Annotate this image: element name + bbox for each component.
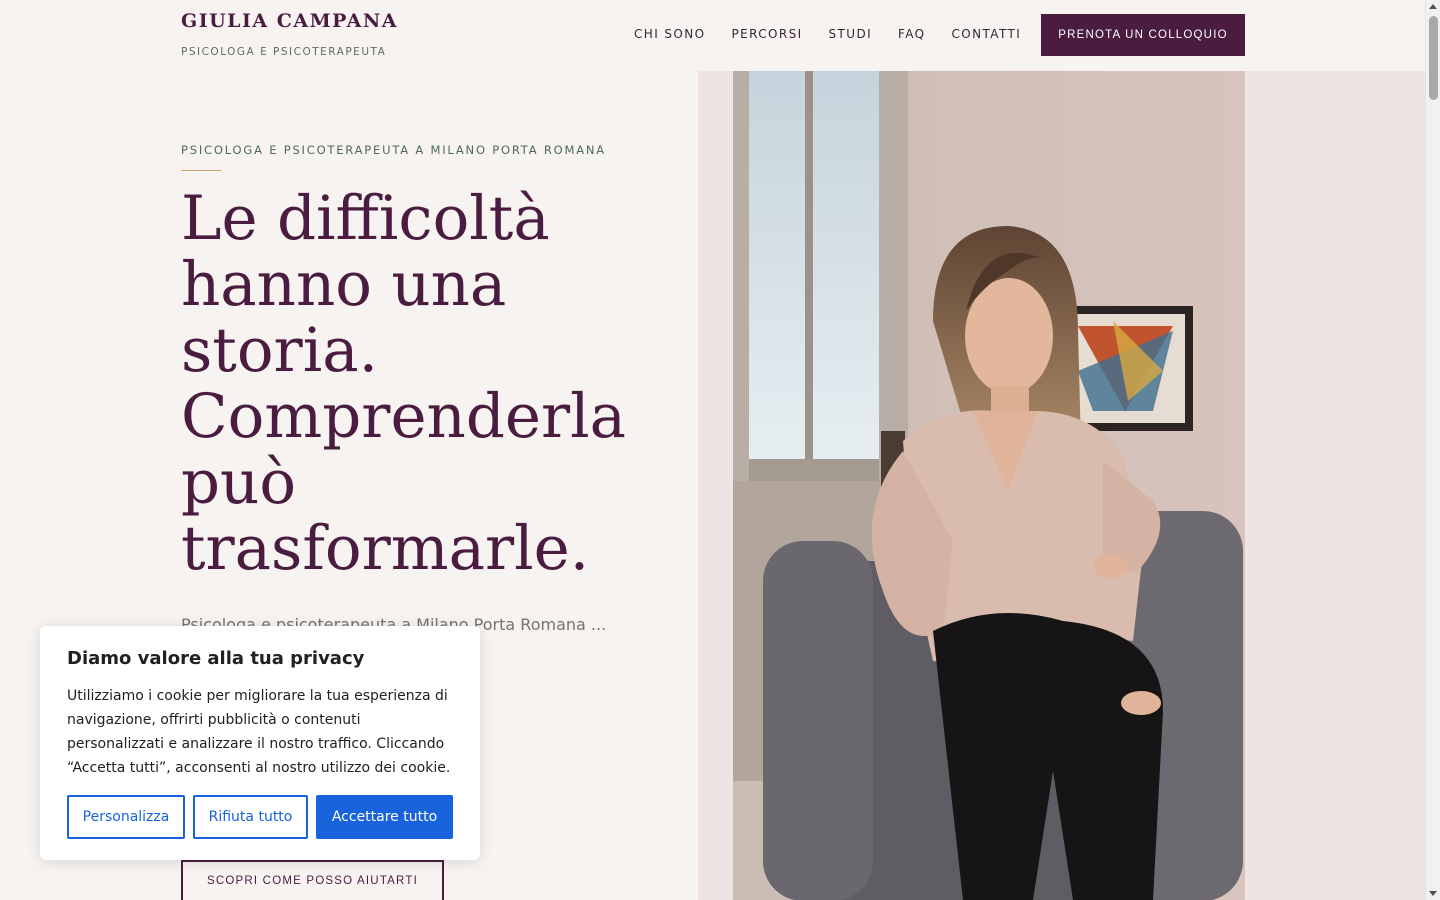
main-nav: CHI SONO PERCORSI STUDI FAQ CONTATTI (634, 27, 1047, 41)
scrollbar-thumb[interactable] (1429, 16, 1438, 100)
book-appointment-button[interactable]: PRENOTA UN COLLOQUIO (1041, 14, 1245, 56)
cookie-accept-button[interactable]: Accettare tutto (316, 795, 453, 839)
portrait-photo (733, 71, 1245, 900)
hero-eyebrow: PSICOLOGA E PSICOTERAPEUTA A MILANO PORT… (181, 143, 606, 157)
page-scrollbar[interactable] (1425, 0, 1440, 900)
scroll-down-arrow-icon[interactable] (1429, 891, 1437, 896)
cookie-text: Utilizziamo i cookie per migliorare la t… (67, 688, 451, 776)
cookie-consent-banner: Diamo valore alla tua privacy Utilizziam… (40, 626, 480, 860)
nav-item-chi-sono[interactable]: CHI SONO (634, 27, 705, 41)
nav-item-studi[interactable]: STUDI (829, 27, 873, 41)
nav-item-percorsi[interactable]: PERCORSI (731, 27, 802, 41)
scroll-up-arrow-icon[interactable] (1429, 4, 1437, 9)
discover-help-button[interactable]: SCOPRI COME POSSO AIUTARTI (181, 860, 444, 900)
hero-headline: Le difficoltà hanno una storia. Comprend… (181, 183, 627, 584)
logo-name[interactable]: GIULIA CAMPANA (181, 10, 398, 32)
site-header: GIULIA CAMPANA PSICOLOGA E PSICOTERAPEUT… (0, 0, 1425, 70)
cookie-title: Diamo valore alla tua privacy (67, 648, 365, 669)
logo-tagline: PSICOLOGA E PSICOTERAPEUTA (181, 46, 387, 58)
cookie-reject-button[interactable]: Rifiuta tutto (193, 795, 308, 839)
portrait-illustration (733, 71, 1245, 900)
eyebrow-divider (181, 170, 221, 171)
cookie-actions: Personalizza Rifiuta tutto Accettare tut… (67, 795, 453, 839)
nav-item-contatti[interactable]: CONTATTI (952, 27, 1022, 41)
cookie-customize-button[interactable]: Personalizza (67, 795, 185, 839)
nav-item-faq[interactable]: FAQ (898, 27, 925, 41)
